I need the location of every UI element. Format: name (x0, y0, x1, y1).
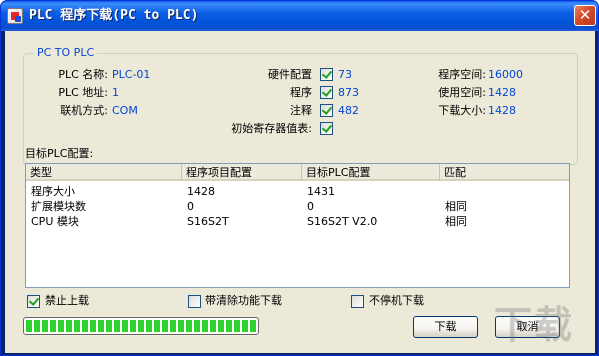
plc-name-value: PLC-01 (112, 68, 151, 81)
table-cell: 0 (307, 200, 314, 213)
table-header: 类型 程序项目配置 目标PLC配置 匹配 (26, 164, 569, 181)
config-table[interactable]: 类型 程序项目配置 目标PLC配置 匹配 程序大小 1428 1431 扩展模块… (25, 163, 570, 288)
comment-value: 482 (338, 104, 359, 117)
used-space-value: 1428 (488, 86, 516, 99)
table-row[interactable]: CPU 模块 S16S2T S16S2T V2.0 相同 (26, 214, 569, 229)
clear-download-label[interactable]: 带清除功能下载 (205, 294, 282, 308)
group-title: PC TO PLC (34, 46, 98, 60)
link-mode-value: COM (112, 104, 138, 117)
hardware-config-value: 73 (338, 68, 352, 81)
link-mode-label: 联机方式: (60, 104, 108, 117)
program-label: 程序 (290, 86, 312, 99)
init-register-checkbox[interactable] (320, 122, 333, 135)
table-cell (440, 184, 445, 199)
column-header-match[interactable]: 匹配 (440, 164, 569, 181)
table-cell: 相同 (445, 200, 467, 213)
download-button[interactable]: 下载 (413, 316, 478, 338)
hardware-config-label: 硬件配置 (268, 68, 312, 81)
target-plc-config-title: 目标PLC配置: (25, 147, 94, 160)
table-cell: 0 (187, 200, 194, 213)
table-cell: S16S2T V2.0 (307, 215, 378, 228)
forbid-upload-label[interactable]: 禁止上载 (45, 294, 89, 308)
table-row[interactable]: 扩展模块数 0 0 相同 (26, 199, 569, 214)
hardware-config-checkbox[interactable] (320, 68, 333, 81)
table-cell: S16S2T (187, 215, 229, 228)
table-cell: 1428 (187, 185, 215, 198)
plc-download-dialog: PLC 程序下载(PC to PLC) ✕ PC TO PLC PLC 名称: … (0, 0, 599, 356)
title-bar[interactable]: PLC 程序下载(PC to PLC) ✕ (1, 1, 598, 31)
table-cell: CPU 模块 (31, 215, 79, 228)
program-checkbox[interactable] (320, 86, 333, 99)
watermark-logo: 下载 (494, 303, 575, 347)
plc-address-value: 1 (112, 86, 119, 99)
program-space-label: 程序空间: (438, 68, 486, 81)
table-cell: 相同 (445, 215, 467, 228)
clear-download-checkbox[interactable] (188, 295, 201, 308)
download-progress-bar (23, 317, 259, 335)
program-value: 873 (338, 86, 359, 99)
column-header-type[interactable]: 类型 (26, 164, 182, 181)
download-size-label: 下载大小: (438, 104, 486, 117)
pc-to-plc-group: PC TO PLC PLC 名称: PLC-01 PLC 地址: 1 联机方式:… (23, 46, 578, 165)
comment-checkbox[interactable] (320, 104, 333, 117)
progress-fill (26, 320, 256, 332)
comment-label: 注释 (290, 104, 312, 117)
table-row[interactable]: 程序大小 1428 1431 (26, 184, 569, 199)
table-cell: 扩展模块数 (31, 200, 86, 213)
used-space-label: 使用空间: (438, 86, 486, 99)
column-header-project-config[interactable]: 程序项目配置 (182, 164, 302, 181)
forbid-upload-checkbox[interactable] (27, 295, 40, 308)
app-icon (7, 8, 23, 24)
no-stop-download-checkbox[interactable] (351, 295, 364, 308)
download-size-value: 1428 (488, 104, 516, 117)
plc-address-label: PLC 地址: (58, 86, 108, 99)
close-button[interactable]: ✕ (574, 5, 596, 26)
plc-name-label: PLC 名称: (58, 68, 108, 81)
column-header-target-config[interactable]: 目标PLC配置 (302, 164, 440, 181)
program-space-value: 16000 (488, 68, 523, 81)
init-register-label: 初始寄存器值表: (231, 122, 312, 135)
table-cell: 1431 (307, 185, 335, 198)
window-title: PLC 程序下载(PC to PLC) (29, 8, 199, 23)
table-cell: 程序大小 (31, 185, 75, 198)
no-stop-download-label[interactable]: 不停机下载 (369, 294, 424, 308)
